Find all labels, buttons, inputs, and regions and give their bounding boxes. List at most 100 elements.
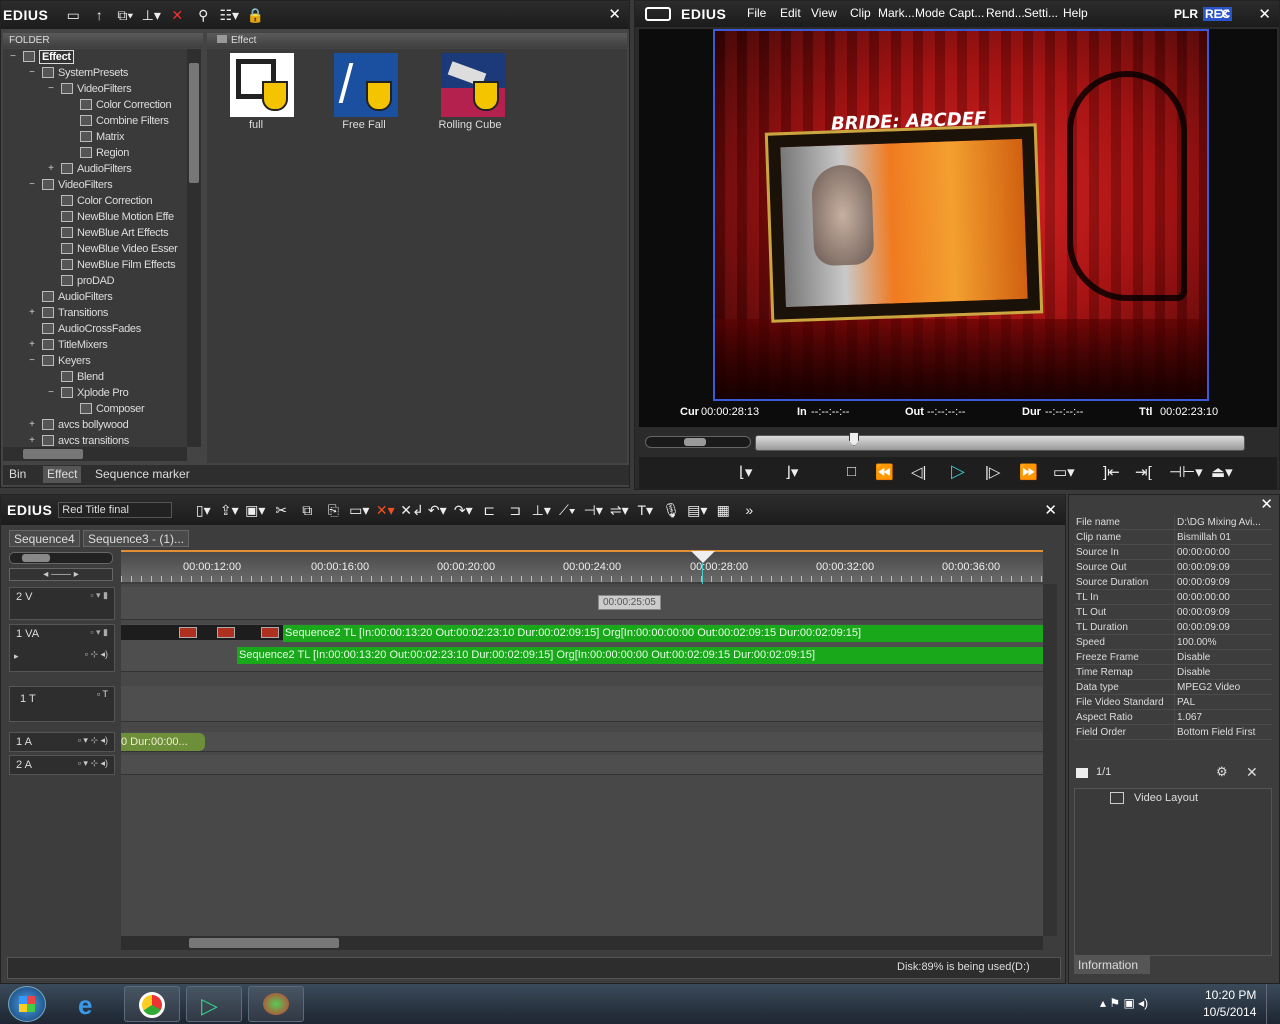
tree-item[interactable]: VideoFilters xyxy=(42,177,113,193)
tree-item[interactable]: AudioCrossFades xyxy=(42,321,141,337)
tree-item[interactable]: Keyers xyxy=(42,353,91,369)
tree-hscroll[interactable] xyxy=(3,447,187,461)
tab-information[interactable]: Information xyxy=(1074,956,1150,974)
effect-thumb-full[interactable] xyxy=(230,53,294,117)
track-header-1t[interactable]: 1 T ▫ T xyxy=(9,686,115,722)
more-icon[interactable]: » xyxy=(738,501,760,519)
insert-icon[interactable]: ]⇤ xyxy=(1103,463,1120,481)
menu-view[interactable]: View xyxy=(811,6,837,20)
audio-controls-icon[interactable]: ▫ ▾ ⊹ ◂) xyxy=(78,758,108,769)
menu-mode[interactable]: Mode xyxy=(915,6,945,20)
tree-item[interactable]: Effect xyxy=(23,49,74,65)
tree-hscroll-thumb[interactable] xyxy=(23,449,83,459)
tree-item[interactable]: NewBlue Video Esser xyxy=(61,241,178,257)
tab-bin[interactable]: Bin xyxy=(5,466,30,483)
menu-edit[interactable]: Edit xyxy=(780,6,801,20)
timeline-clip-sequence[interactable]: Sequence2 TL [In:00:00:13:20 Out:00:02:2… xyxy=(237,647,1043,664)
tree-expander[interactable]: + xyxy=(27,419,37,430)
copy-icon[interactable]: ⧉ xyxy=(296,501,318,519)
tree-item[interactable]: VideoFilters xyxy=(61,81,132,97)
step-forward-icon[interactable]: |▷ xyxy=(985,463,1000,481)
expand-icon[interactable]: ▸ xyxy=(14,651,19,662)
shuttle-bar[interactable] xyxy=(645,436,751,448)
seek-handle[interactable] xyxy=(849,432,859,446)
replace-icon[interactable]: ▭▾ xyxy=(348,501,370,519)
zoom-thumb[interactable] xyxy=(22,554,50,562)
seek-bar[interactable] xyxy=(755,432,1245,451)
menu-file[interactable]: File xyxy=(747,6,766,20)
close-icon[interactable]: ✕ xyxy=(1044,501,1057,519)
tree-item[interactable]: SystemPresets xyxy=(42,65,128,81)
ripple-delete-icon[interactable]: ✕↲ xyxy=(400,501,423,519)
timeline-hscroll[interactable] xyxy=(121,936,1043,950)
tree-expander[interactable]: + xyxy=(27,307,37,318)
project-name-field[interactable]: Red Title final xyxy=(58,502,173,518)
tab-effect[interactable]: Effect xyxy=(43,466,82,483)
menu-clip[interactable]: Clip xyxy=(850,6,871,20)
set-out-icon[interactable]: ⊐ xyxy=(504,501,526,519)
taskbar-player[interactable]: ▷ xyxy=(186,986,242,1022)
snap-icon[interactable]: ⊣▾ xyxy=(582,501,604,519)
delete-icon[interactable]: ✕ xyxy=(166,6,188,24)
menu-help[interactable]: Help xyxy=(1063,6,1088,20)
lock-icon[interactable]: 🔒 xyxy=(244,6,266,24)
delete-icon[interactable]: ✕▾ xyxy=(374,501,396,519)
save-icon[interactable]: ▣▾ xyxy=(244,501,266,519)
add-icon[interactable]: ⊥▾ xyxy=(140,6,162,24)
tree-vscroll-thumb[interactable] xyxy=(189,63,199,183)
menu-settings[interactable]: Setti... xyxy=(1024,6,1058,20)
folder-icon[interactable]: ▭ xyxy=(62,6,84,24)
stop-icon[interactable]: □ xyxy=(847,463,856,480)
track-header-2a[interactable]: 2 A ▫ ▾ ⊹ ◂) xyxy=(9,755,115,775)
tree-item[interactable]: avcs bollywood xyxy=(42,417,129,433)
title-track-icon[interactable]: ▫ T xyxy=(97,689,108,699)
track-header-1a[interactable]: 1 A ▫ ▾ ⊹ ◂) xyxy=(9,732,115,752)
tree-expander[interactable]: − xyxy=(27,67,37,78)
tree-expander[interactable]: − xyxy=(8,51,18,62)
clock-date[interactable]: 10/5/2014 xyxy=(1203,1005,1256,1019)
microphone-icon[interactable]: 🎙 xyxy=(660,501,682,519)
tree-expander[interactable]: + xyxy=(46,163,56,174)
effects-settings-icon[interactable]: ⚙ xyxy=(1216,764,1228,780)
tree-item[interactable]: proDAD xyxy=(61,273,115,289)
player-close-icon[interactable]: ✕ xyxy=(1218,5,1231,23)
tree-item[interactable]: Transitions xyxy=(42,305,108,321)
cut-icon[interactable]: ✂ xyxy=(270,501,292,519)
up-folder-icon[interactable]: ↑ xyxy=(88,6,110,24)
grid-icon[interactable]: ▦ xyxy=(712,501,734,519)
razor-icon[interactable]: ⟋▾ xyxy=(556,501,578,519)
mark-in-icon[interactable]: ⌊▾ xyxy=(739,463,752,481)
track-header-2v[interactable]: 2 V ▫ ▾ ▮ xyxy=(9,587,115,620)
clock-time[interactable]: 10:20 PM xyxy=(1205,988,1256,1002)
overwrite-icon[interactable]: ⇥[ xyxy=(1135,463,1152,481)
close-icon[interactable]: ✕ xyxy=(1258,5,1271,23)
tree-expander[interactable]: − xyxy=(46,387,56,398)
tree-item[interactable]: AudioFilters xyxy=(61,161,132,177)
redo-icon[interactable]: ↷▾ xyxy=(452,501,474,519)
tree-item[interactable]: Combine Filters xyxy=(80,113,169,129)
fast-forward-icon[interactable]: ⏩ xyxy=(1019,463,1038,481)
tree-item[interactable]: NewBlue Motion Effe xyxy=(61,209,174,225)
close-icon[interactable]: ✕ xyxy=(1260,495,1273,513)
tree-item[interactable]: AudioFilters xyxy=(42,289,113,305)
timeline-clip-video[interactable]: Sequence2 TL [In:00:00:13:20 Out:00:02:2… xyxy=(283,625,1043,642)
audio-clip[interactable]: 0 Dur:00:00... xyxy=(121,733,205,751)
taskbar-chrome[interactable] xyxy=(124,986,180,1022)
layout-icon[interactable]: ☷▾ xyxy=(218,6,240,24)
menu-capture[interactable]: Capt... xyxy=(949,6,984,20)
tree-vscroll[interactable] xyxy=(187,49,201,447)
show-desktop-button[interactable] xyxy=(1266,984,1280,1024)
tree-expander[interactable]: − xyxy=(27,179,37,190)
effect-thumb-free-fall[interactable] xyxy=(334,53,398,117)
export-icon[interactable]: ⏏▾ xyxy=(1211,463,1233,481)
audio-controls-icon[interactable]: ▫ ▾ ⊹ ◂) xyxy=(78,735,108,746)
open-project-icon[interactable]: ⇪▾ xyxy=(218,501,240,519)
effect-thumb-rolling-cube[interactable] xyxy=(441,53,505,117)
tree-item[interactable]: Xplode Pro xyxy=(61,385,129,401)
zoom-scale[interactable]: ◂ —— ▸ xyxy=(9,568,113,581)
start-button[interactable] xyxy=(8,986,46,1022)
tree-expander[interactable]: − xyxy=(46,83,56,94)
set-in-icon[interactable]: ⊏ xyxy=(478,501,500,519)
video-layout-item[interactable]: Video Layout xyxy=(1134,792,1198,804)
split-icon[interactable]: ⊣⊢▾ xyxy=(1169,463,1203,481)
